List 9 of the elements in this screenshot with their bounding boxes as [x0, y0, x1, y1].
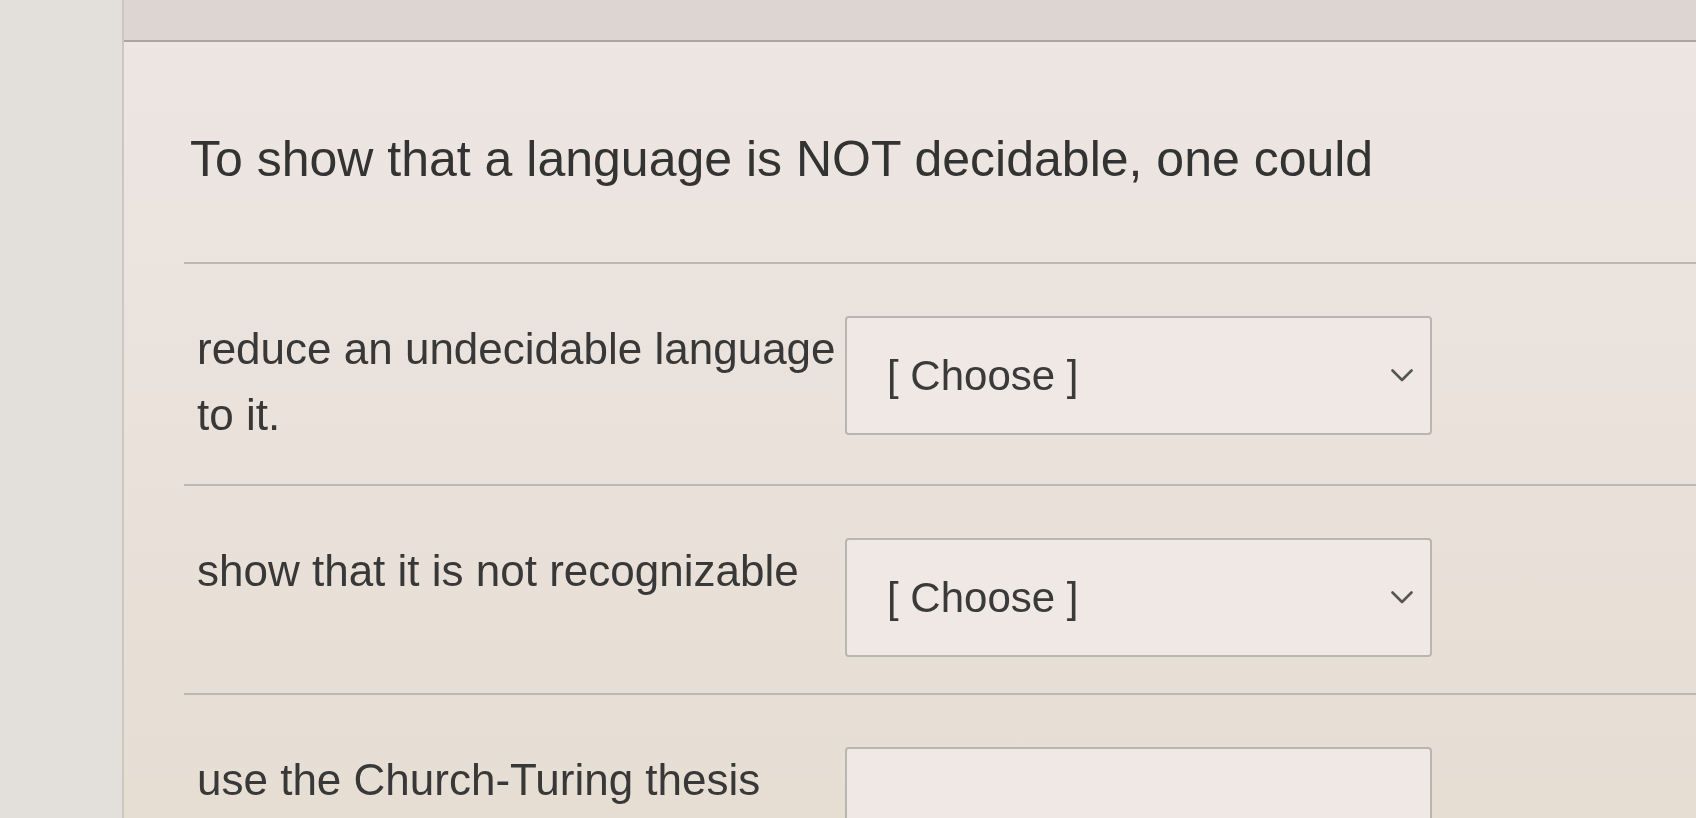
- statement-label: show that it is not recognizable: [197, 545, 800, 597]
- statement-label: reduce an undecidable language to it.: [197, 323, 837, 441]
- chevron-down-icon: [1391, 591, 1413, 604]
- dropdown-select[interactable]: [ Choose ]: [845, 316, 1432, 435]
- question-text: To show that a language is NOT decidable, one could: [190, 130, 1374, 189]
- dropdown-select[interactable]: [ Choose ]: [845, 538, 1432, 657]
- dropdown-select[interactable]: [845, 747, 1432, 818]
- statement-label: use the Church-Turing thesis: [197, 754, 762, 806]
- chevron-down-icon: [1391, 369, 1413, 382]
